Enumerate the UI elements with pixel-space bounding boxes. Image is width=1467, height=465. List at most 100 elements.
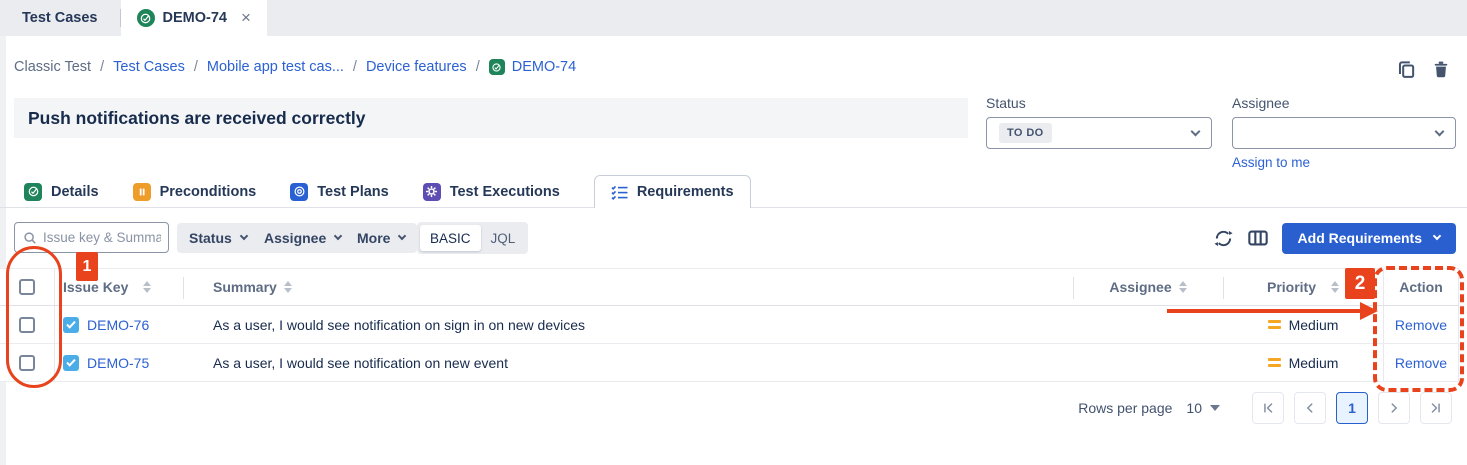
status-badge: TO DO [999, 123, 1052, 143]
issue-key-link[interactable]: DEMO-76 [87, 317, 149, 333]
tab-test-plans[interactable]: Test Plans [290, 183, 388, 201]
action-cell: Remove [1383, 344, 1459, 381]
header-checkbox-cell [0, 269, 55, 305]
table-row: DEMO-76 As a user, I would see notificat… [0, 306, 1459, 344]
priority-cell: Medium [1223, 344, 1383, 381]
summary-cell: As a user, I would see notification on n… [183, 344, 1073, 381]
requirements-toolbar: Status Assignee More BASIC JQL Add Requi… [14, 222, 1467, 254]
last-page-button[interactable] [1420, 392, 1452, 424]
header-issue-key[interactable]: Issue Key [55, 269, 183, 305]
pagination: Rows per page 10 1 [1078, 392, 1452, 424]
breadcrumb-separator: / [353, 59, 357, 75]
window-tab-label: Test Cases [22, 10, 98, 26]
chevron-down-icon [398, 232, 406, 240]
chevron-down-icon [334, 232, 342, 240]
sort-icon[interactable] [143, 281, 151, 293]
breadcrumb-project: Classic Test [14, 59, 91, 75]
assignee-cell [1073, 344, 1223, 381]
tab-details[interactable]: Details [24, 183, 99, 201]
chevron-down-icon [1435, 126, 1445, 136]
page-title: Push notifications are received correctl… [28, 108, 366, 129]
assignee-label: Assignee [1232, 95, 1290, 111]
copy-icon[interactable] [1397, 60, 1417, 80]
assign-to-me-link[interactable]: Assign to me [1232, 155, 1310, 170]
add-requirements-button[interactable]: Add Requirements [1282, 223, 1456, 254]
priority-medium-icon [1268, 320, 1281, 329]
sort-icon[interactable] [284, 281, 292, 293]
task-type-icon [63, 317, 79, 333]
assignee-select[interactable] [1232, 117, 1456, 149]
breadcrumb-issue[interactable]: DEMO-74 [489, 59, 576, 75]
search-icon [23, 231, 37, 245]
test-details-icon [24, 183, 42, 201]
breadcrumb-subfolder[interactable]: Device features [366, 59, 467, 75]
remove-link[interactable]: Remove [1395, 355, 1447, 371]
test-case-icon [137, 9, 155, 27]
basic-mode-button[interactable]: BASIC [420, 225, 481, 251]
issue-key-cell: DEMO-75 [55, 344, 183, 381]
summary-cell: As a user, I would see notification on s… [183, 306, 1073, 343]
column-divider [1073, 277, 1074, 299]
issue-key-link[interactable]: DEMO-75 [87, 355, 149, 371]
issue-key-cell: DEMO-76 [55, 306, 183, 343]
assignee-filter-button[interactable]: Assignee [252, 223, 353, 253]
preconditions-icon [133, 183, 151, 201]
column-divider [183, 277, 184, 299]
refresh-icon[interactable] [1214, 228, 1234, 248]
sort-icon[interactable] [1331, 281, 1339, 293]
priority-medium-icon [1268, 358, 1281, 367]
row-checkbox[interactable] [19, 355, 35, 371]
status-filter-button[interactable]: Status [177, 223, 259, 253]
table-tools: Add Requirements [1214, 222, 1467, 254]
row-checkbox[interactable] [19, 317, 35, 333]
prev-page-button[interactable] [1294, 392, 1326, 424]
select-all-checkbox[interactable] [19, 279, 35, 295]
close-icon[interactable]: × [241, 8, 251, 28]
breadcrumb-separator: / [194, 59, 198, 75]
breadcrumb: Classic Test / Test Cases / Mobile app t… [14, 59, 576, 75]
tab-preconditions[interactable]: Preconditions [133, 183, 257, 201]
remove-link[interactable]: Remove [1395, 317, 1447, 333]
left-gutter [0, 36, 6, 465]
task-type-icon [63, 355, 79, 371]
chevron-down-icon [1191, 126, 1201, 136]
test-plans-icon [290, 183, 308, 201]
test-executions-gear-icon [423, 183, 441, 201]
window-tab-label: DEMO-74 [163, 10, 227, 26]
xray-test-case-page: Test Cases DEMO-74 × Classic Test / Test… [0, 0, 1467, 465]
column-divider [1223, 277, 1224, 299]
sort-icon[interactable] [1179, 281, 1187, 293]
header-assignee[interactable]: Assignee [1073, 269, 1223, 305]
issue-actions [1397, 60, 1452, 80]
table-row: DEMO-75 As a user, I would see notificat… [0, 344, 1459, 382]
jql-mode-button[interactable]: JQL [481, 225, 526, 251]
tab-test-executions[interactable]: Test Executions [423, 183, 560, 201]
window-tab-strip: Test Cases DEMO-74 × [0, 0, 1467, 36]
breadcrumb-folder[interactable]: Mobile app test cas... [207, 59, 344, 75]
tab-requirements[interactable]: Requirements [594, 175, 751, 208]
action-cell: Remove [1383, 306, 1459, 343]
breadcrumb-test-cases[interactable]: Test Cases [113, 59, 185, 75]
search-box [14, 222, 169, 253]
window-tab-test-cases[interactable]: Test Cases [0, 0, 120, 36]
columns-icon[interactable] [1248, 228, 1268, 248]
search-mode-toggle: BASIC JQL [417, 222, 528, 254]
breadcrumb-separator: / [476, 59, 480, 75]
status-select[interactable]: TO DO [986, 117, 1212, 149]
detail-tabs: Details Preconditions Test Plans Test Ex… [24, 175, 751, 208]
header-action: Action [1383, 269, 1459, 305]
delete-icon[interactable] [1432, 60, 1452, 80]
search-input[interactable] [43, 230, 161, 245]
chevron-down-icon [240, 232, 248, 240]
page-1-button[interactable]: 1 [1336, 392, 1368, 424]
window-tab-demo-74[interactable]: DEMO-74 × [121, 0, 267, 36]
header-priority[interactable]: Priority [1223, 269, 1383, 305]
next-page-button[interactable] [1378, 392, 1410, 424]
header-summary[interactable]: Summary [183, 269, 1073, 305]
priority-cell: Medium [1223, 306, 1383, 343]
breadcrumb-separator: / [100, 59, 104, 75]
rows-per-page-select[interactable]: 10 [1186, 400, 1220, 416]
more-filter-button[interactable]: More [345, 223, 417, 253]
first-page-button[interactable] [1252, 392, 1284, 424]
test-case-icon [489, 59, 505, 75]
